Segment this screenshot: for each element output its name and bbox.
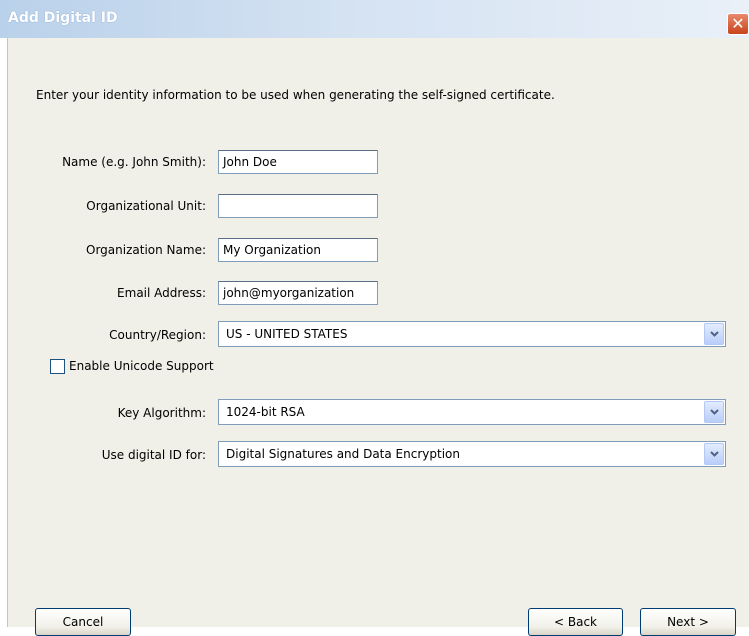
back-button[interactable]: < Back bbox=[528, 608, 623, 636]
close-button[interactable]: ✕ bbox=[727, 13, 749, 35]
cancel-button[interactable]: Cancel bbox=[35, 608, 131, 636]
usage-label: Use digital ID for: bbox=[101, 448, 206, 462]
org-name-field[interactable]: My Organization bbox=[218, 238, 378, 262]
chevron-down-icon[interactable] bbox=[704, 323, 724, 345]
email-label: Email Address: bbox=[117, 286, 206, 300]
org-unit-label: Organizational Unit: bbox=[86, 199, 206, 213]
window-title: Add Digital ID bbox=[8, 10, 118, 26]
usage-select[interactable]: Digital Signatures and Data Encryption bbox=[218, 441, 726, 467]
unicode-checkbox[interactable] bbox=[50, 359, 65, 374]
next-button[interactable]: Next > bbox=[640, 608, 736, 636]
chevron-down-icon[interactable] bbox=[704, 443, 724, 465]
close-icon: ✕ bbox=[731, 14, 745, 33]
country-label: Country/Region: bbox=[109, 328, 206, 342]
org-unit-field[interactable] bbox=[218, 194, 378, 218]
country-value: US - UNITED STATES bbox=[226, 327, 348, 341]
algorithm-label: Key Algorithm: bbox=[117, 406, 206, 420]
instructions-text: Enter your identity information to be us… bbox=[36, 88, 555, 102]
title-bar: Add Digital ID bbox=[0, 0, 749, 38]
usage-value: Digital Signatures and Data Encryption bbox=[226, 447, 460, 461]
name-label: Name (e.g. John Smith): bbox=[62, 155, 206, 169]
chevron-down-icon[interactable] bbox=[704, 401, 724, 423]
email-field[interactable]: john@myorganization bbox=[218, 281, 378, 305]
unicode-checkbox-label: Enable Unicode Support bbox=[69, 359, 214, 373]
name-field[interactable]: John Doe bbox=[218, 150, 378, 174]
org-name-label: Organization Name: bbox=[86, 243, 206, 257]
algorithm-value: 1024-bit RSA bbox=[226, 405, 305, 419]
country-select[interactable]: US - UNITED STATES bbox=[218, 321, 726, 347]
algorithm-select[interactable]: 1024-bit RSA bbox=[218, 399, 726, 425]
